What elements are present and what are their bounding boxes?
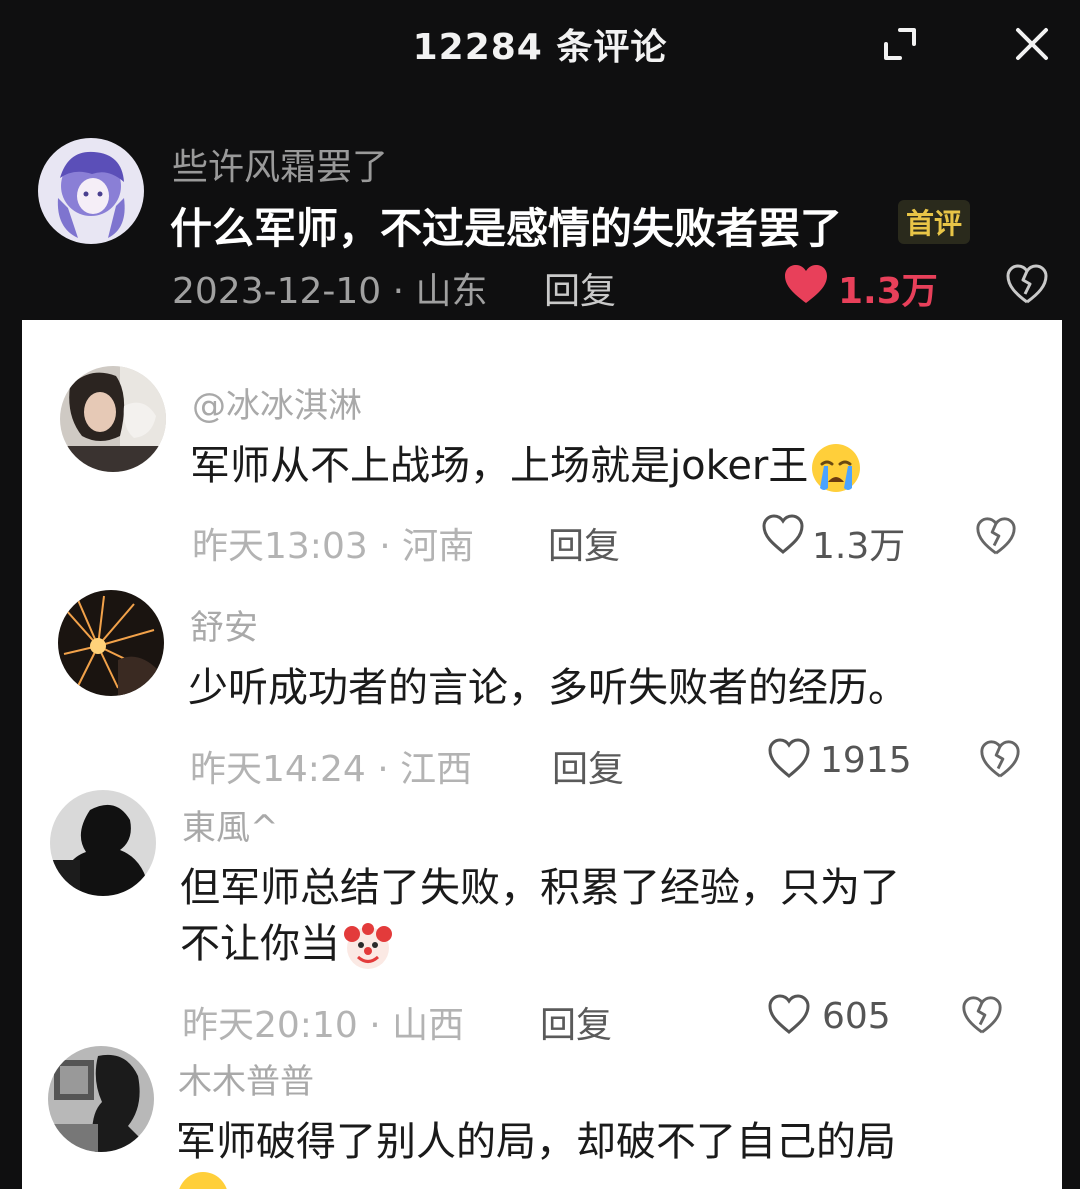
like-count: 1.3万 <box>812 526 906 567</box>
comment-text-line: 不让你当 <box>180 916 1040 972</box>
comments-sheet: 12284 条评论 些许风霜罢了 什么军师，不过是感情的失败者罢了 首评 202… <box>0 0 1080 1189</box>
heart-filled-icon[interactable] <box>782 262 830 306</box>
reply-button[interactable]: 回复 <box>552 740 624 792</box>
reply-button[interactable]: 回复 <box>544 262 616 314</box>
comment-text-content: 军师从不上战场，上场就是joker王 <box>190 443 809 489</box>
like-count: 1915 <box>820 740 912 781</box>
clown-face-icon <box>344 923 392 969</box>
dark-side-right <box>1062 320 1080 1189</box>
comment-username[interactable]: @冰冰淇淋 <box>192 378 362 427</box>
crying-face-icon <box>812 444 861 492</box>
comment-username[interactable]: 木木普普 <box>178 1054 314 1103</box>
comment-text: 但军师总结了失败，积累了经验，只为了 不让你当 <box>180 860 1040 972</box>
broken-heart-icon[interactable] <box>960 993 1004 1037</box>
comment-meta: 昨天14:24 · 江西 <box>190 749 473 790</box>
avatar[interactable] <box>48 1046 154 1152</box>
comment-text-content: 不让你当 <box>180 921 340 967</box>
comment-text: 少听成功者的言论，多听失败者的经历。 <box>188 665 908 711</box>
comment-text: 什么军师，不过是感情的失败者罢了 <box>170 204 843 253</box>
like-count: 1.3万 <box>838 271 938 312</box>
close-icon[interactable] <box>1010 22 1054 66</box>
avatar[interactable] <box>38 138 144 244</box>
broken-heart-icon[interactable] <box>974 514 1018 558</box>
avatar[interactable] <box>58 590 164 696</box>
broken-heart-icon[interactable] <box>1004 262 1050 306</box>
reply-button[interactable]: 回复 <box>548 517 620 569</box>
broken-heart-icon[interactable] <box>978 737 1022 781</box>
expand-icon[interactable] <box>880 24 920 64</box>
heart-outline-icon[interactable] <box>760 512 806 556</box>
comment-username[interactable]: 些许风霜罢了 <box>172 138 388 190</box>
avatar[interactable] <box>60 366 166 472</box>
first-comment-badge: 首评 <box>898 200 971 244</box>
heart-outline-icon[interactable] <box>766 992 812 1036</box>
heart-outline-icon[interactable] <box>766 736 812 780</box>
comment-text-line: 但军师总结了失败，积累了经验，只为了 <box>180 865 900 911</box>
comment-meta: 2023-12-10 · 山东 <box>172 271 488 312</box>
avatar[interactable] <box>50 790 156 896</box>
comment-username[interactable]: 舒安 <box>190 600 258 649</box>
like-count: 605 <box>822 996 891 1037</box>
dark-side-left <box>0 320 22 1189</box>
reply-button[interactable]: 回复 <box>540 996 612 1048</box>
comment-username[interactable]: 東風^ <box>182 800 279 849</box>
comment-meta: 昨天13:03 · 河南 <box>192 526 475 567</box>
comment-text: 军师破得了别人的局，却破不了自己的局 <box>176 1119 896 1165</box>
emoji-partial <box>178 1172 228 1189</box>
comment-meta: 昨天20:10 · 山西 <box>182 1005 465 1046</box>
comment-text: 军师从不上战场，上场就是joker王 <box>190 438 1010 494</box>
